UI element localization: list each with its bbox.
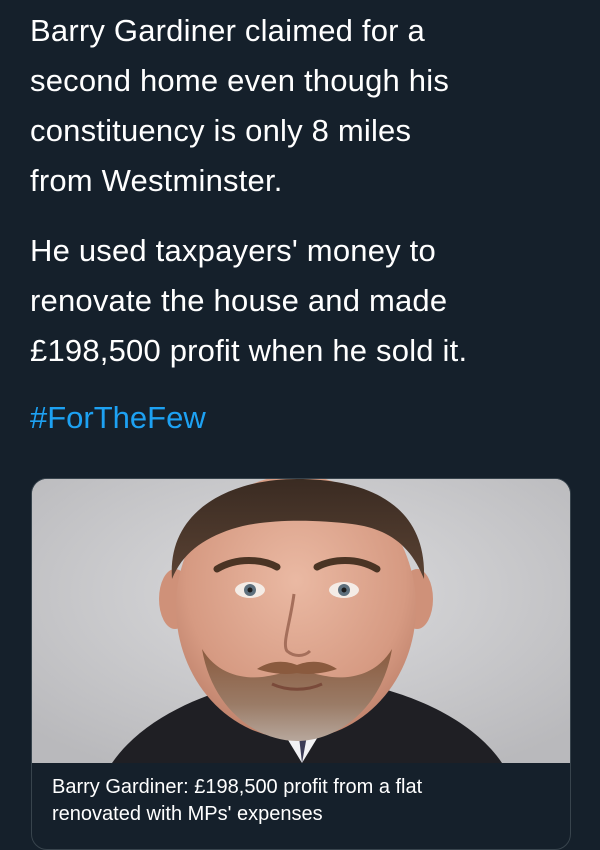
- card-caption-line: renovated with MPs' expenses: [52, 803, 323, 825]
- portrait-photo-icon: [32, 479, 570, 763]
- card-caption[interactable]: Barry Gardiner: £198,500 profit from a f…: [52, 774, 552, 828]
- card-image[interactable]: [32, 479, 570, 763]
- link-preview-card[interactable]: Barry Gardiner: £198,500 profit from a f…: [31, 478, 571, 850]
- hashtag-link[interactable]: #ForTheFew: [30, 393, 206, 443]
- tweet-text-line: £198,500 profit when he sold it.: [30, 333, 468, 368]
- tweet-text-line: from Westminster.: [30, 163, 283, 198]
- tweet-text-line: He used taxpayers' money to: [30, 233, 436, 268]
- tweet-paragraph-1: Barry Gardiner claimed for a second home…: [30, 6, 590, 206]
- tweet-text-line: renovate the house and made: [30, 283, 448, 318]
- tweet-text-line: second home even though his: [30, 63, 450, 98]
- card-caption-line: Barry Gardiner: £198,500 profit from a f…: [52, 776, 423, 798]
- tweet-text-line: constituency is only 8 miles: [30, 113, 412, 148]
- tweet-paragraph-2: He used taxpayers' money to renovate the…: [30, 226, 590, 376]
- tweet-text-line: Barry Gardiner claimed for a: [30, 13, 425, 48]
